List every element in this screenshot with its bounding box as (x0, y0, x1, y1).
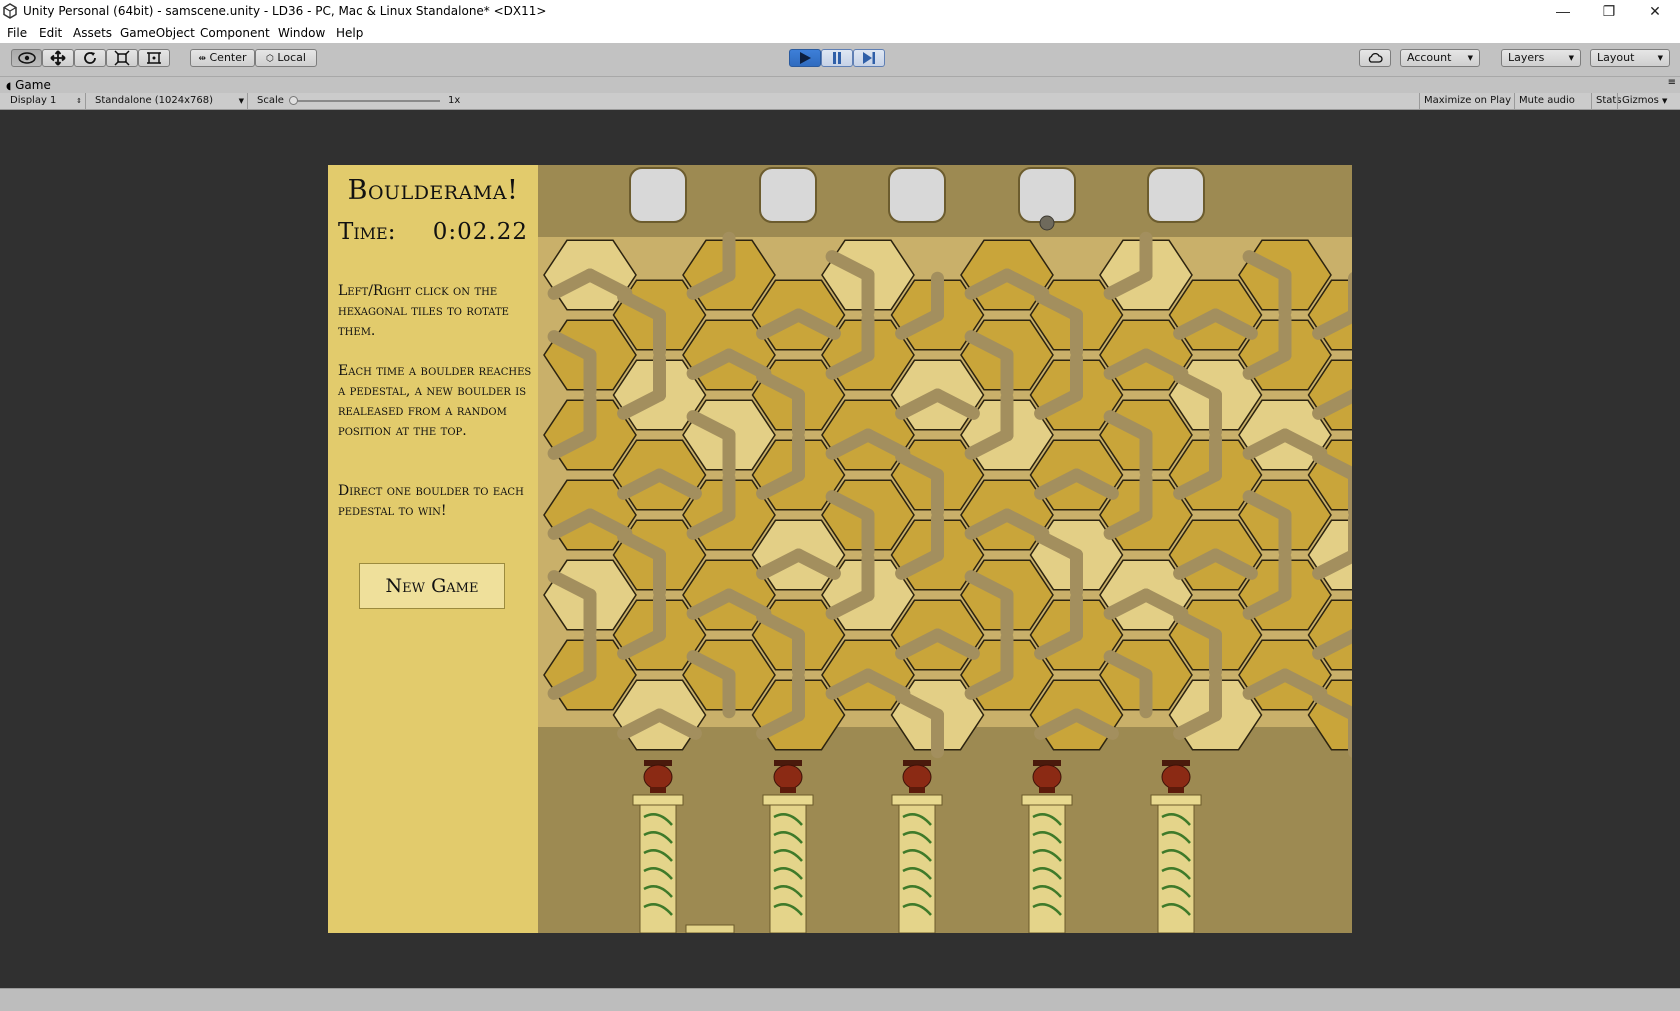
menu-window[interactable]: Window (278, 26, 325, 40)
new-game-button[interactable]: New Game (359, 563, 505, 609)
chevron-down-icon: ▼ (238, 97, 244, 105)
menu-help[interactable]: Help (336, 26, 363, 40)
minimize-button[interactable]: — (1540, 0, 1586, 24)
step-icon (863, 52, 875, 64)
game-tab-icon: ◖ (6, 81, 12, 92)
pause-icon (833, 52, 841, 64)
scale-tool-button[interactable] (106, 49, 138, 67)
drop-slot (629, 167, 687, 223)
scale-slider-thumb[interactable] (289, 96, 298, 105)
gizmos-label: Gizmos (1622, 95, 1659, 106)
layout-dropdown[interactable]: Layout ▼ (1590, 49, 1670, 67)
pivot-center-button[interactable]: ⇹ Center (190, 49, 255, 67)
move-tool-button[interactable] (42, 49, 74, 67)
scale-icon (114, 50, 130, 66)
display-dropdown[interactable]: Display 1 ⇕ (6, 93, 86, 109)
account-label: Account (1407, 51, 1452, 64)
unity-logo-icon (3, 3, 17, 19)
menu-edit[interactable]: Edit (39, 26, 62, 40)
pedestal (891, 760, 943, 933)
time-label: Time: (338, 219, 396, 245)
tab-game[interactable]: ◖ Game (6, 77, 51, 93)
cloud-icon (1368, 52, 1383, 63)
scale-slider-track[interactable] (290, 100, 440, 102)
mute-audio-toggle[interactable]: Mute audio (1514, 93, 1579, 109)
layers-label: Layers (1508, 51, 1545, 64)
pedestal (1021, 760, 1073, 933)
chevron-down-icon: ▼ (1467, 54, 1473, 62)
game-view-controls: Display 1 ⇕ Standalone (1024x768) ▼ Scal… (0, 93, 1680, 110)
hand-tool-button[interactable] (11, 49, 42, 67)
drop-slot (1018, 167, 1076, 223)
pivot-local-button[interactable]: ⬡ Local (255, 49, 317, 67)
window-title: Unity Personal (64bit) - samscene.unity … (23, 4, 547, 18)
instruction-goal: Direct one boulder to each pedestal to w… (338, 483, 524, 519)
status-bar (0, 988, 1680, 1011)
chevron-down-icon: ▼ (1662, 97, 1668, 105)
menu-gameobject[interactable]: GameObject (120, 26, 195, 40)
space-label: Local (277, 51, 306, 64)
play-button[interactable] (789, 49, 821, 67)
close-button[interactable]: ✕ (1632, 0, 1678, 24)
pivot-icon: ⇹ (198, 54, 206, 64)
instruction-rotate: Left/Right click on the hexagonal tiles … (338, 283, 509, 339)
menu-component[interactable]: Component (200, 26, 270, 40)
scale-value: 1x (448, 95, 461, 106)
game-tab-strip: ◖ Game ≡ (0, 77, 1680, 93)
instruction-boulder: Each time a boulder reaches a pedestal, … (338, 363, 532, 439)
layers-dropdown[interactable]: Layers ▼ (1501, 49, 1581, 67)
game-screen: Boulderama! Time: 0:02.22 Left/Right cli… (328, 165, 1352, 933)
maximize-on-play-toggle[interactable]: Maximize on Play (1419, 93, 1515, 109)
pause-button[interactable] (821, 49, 853, 67)
boulder (1039, 215, 1055, 231)
rect-tool-icon (147, 52, 161, 64)
rotate-icon (84, 52, 96, 64)
gizmos-dropdown[interactable]: Gizmos ▼ (1617, 93, 1680, 109)
drop-slot (759, 167, 817, 223)
game-side-panel: Boulderama! Time: 0:02.22 Left/Right cli… (328, 165, 538, 933)
display-label: Display 1 (10, 95, 57, 106)
pivot-label: Center (209, 51, 247, 64)
resolution-dropdown[interactable]: Standalone (1024x768) ▼ (91, 93, 248, 109)
pedestal (762, 760, 814, 933)
window-titlebar: Unity Personal (64bit) - samscene.unity … (0, 0, 1680, 24)
eye-icon (17, 52, 36, 64)
tab-menu-icon[interactable]: ≡ (1668, 77, 1676, 88)
pedestal (632, 760, 684, 933)
menu-assets[interactable]: Assets (73, 26, 112, 40)
scale-label: Scale (257, 95, 284, 106)
game-tab-label: Game (15, 78, 51, 92)
board-canvas (538, 167, 1352, 933)
rect-tool-button[interactable] (138, 49, 170, 67)
rotate-tool-button[interactable] (74, 49, 106, 67)
pedestal-base-fragment (685, 924, 735, 933)
chevron-down-icon: ▼ (1657, 54, 1663, 62)
step-button[interactable] (853, 49, 885, 67)
game-title: Boulderama! (347, 175, 519, 206)
drop-slot (888, 167, 946, 223)
game-board (538, 165, 1352, 933)
account-dropdown[interactable]: Account ▼ (1400, 49, 1480, 67)
menu-file[interactable]: File (7, 26, 27, 40)
main-toolbar: ⇹ Center ⬡ Local Account ▼ Layers ▼ Layo… (0, 43, 1680, 77)
chevron-updown-icon: ⇕ (76, 97, 82, 105)
menu-bar: File Edit Assets GameObject Component Wi… (0, 24, 1680, 43)
play-icon (800, 52, 811, 64)
move-icon (50, 50, 66, 66)
chevron-down-icon: ▼ (1568, 54, 1574, 62)
restore-button[interactable]: ❐ (1586, 0, 1632, 24)
drop-slot (1147, 167, 1205, 223)
pedestal (1150, 760, 1202, 933)
resolution-label: Standalone (1024x768) (95, 95, 214, 106)
local-icon: ⬡ (266, 54, 274, 64)
time-value: 0:02.22 (432, 219, 528, 245)
cloud-button[interactable] (1359, 49, 1391, 67)
layout-label: Layout (1597, 51, 1635, 64)
